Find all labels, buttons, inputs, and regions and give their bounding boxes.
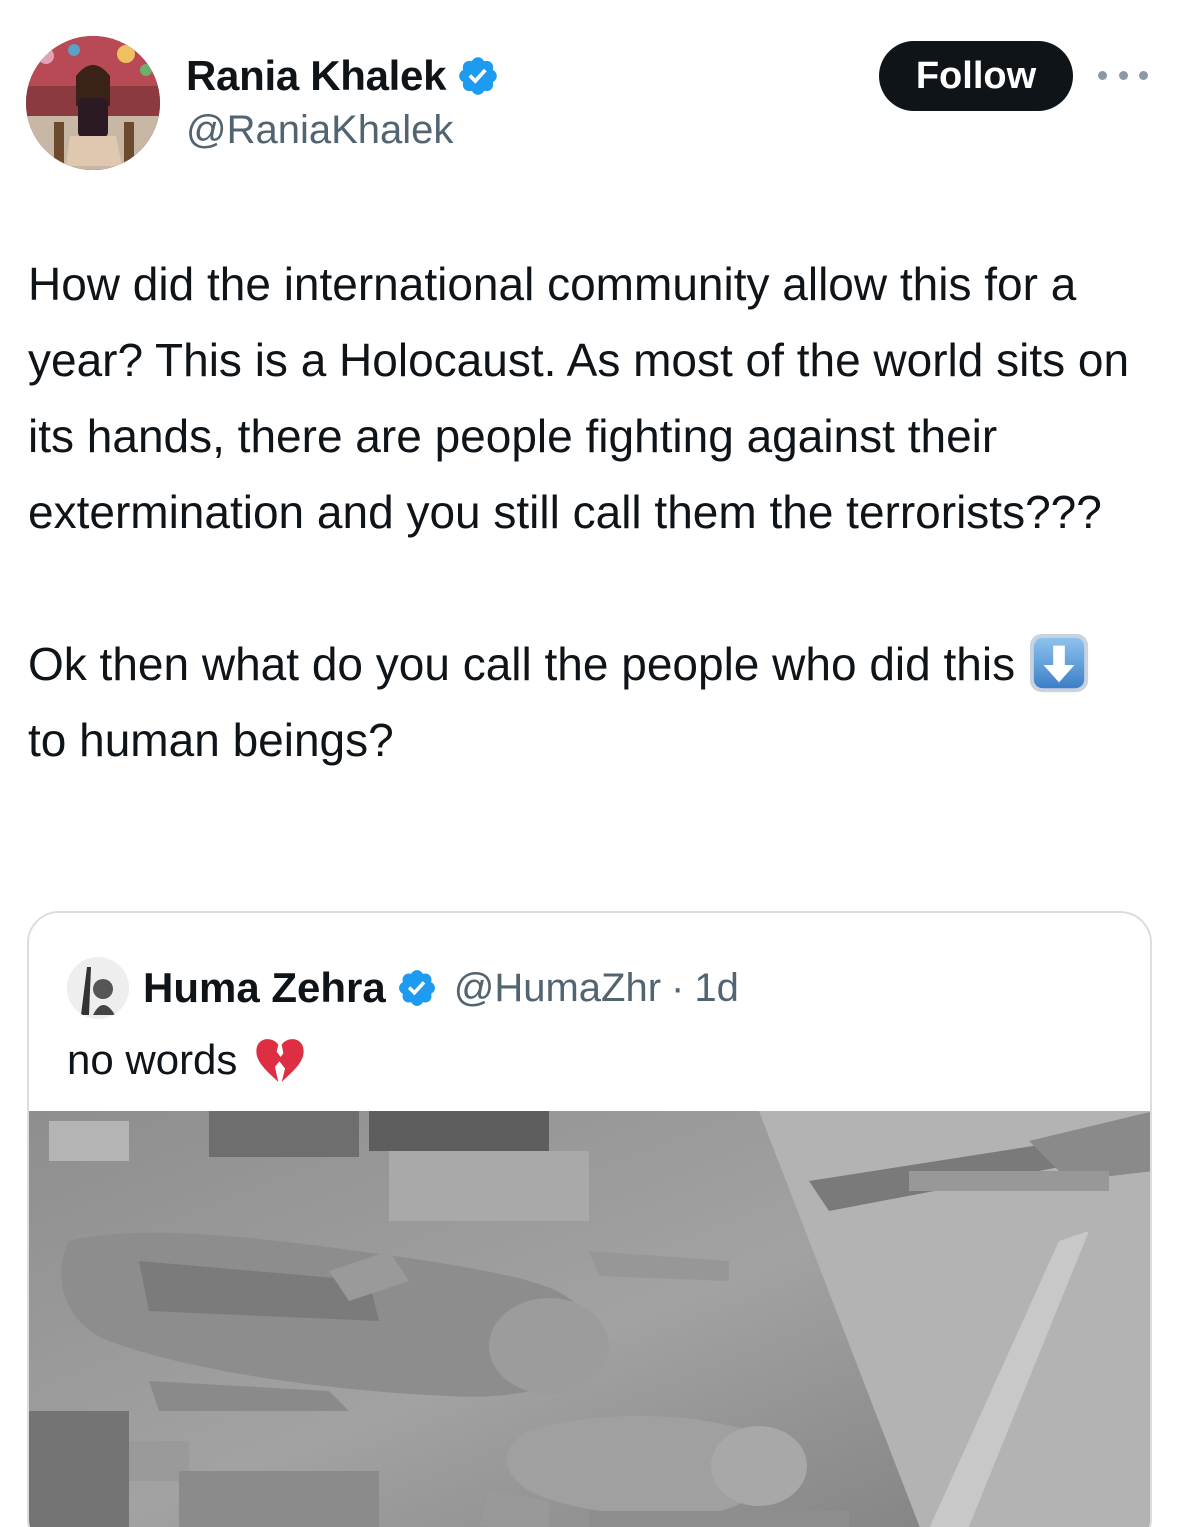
author-display-name[interactable]: Rania Khalek <box>186 52 446 100</box>
ellipsis-dot <box>1098 70 1107 80</box>
ellipsis-dot <box>1139 70 1148 80</box>
tweet-paragraph-2-tail: to human beings? <box>28 714 394 766</box>
quoted-tweet-header: Huma Zehra @HumaZhr · 1d <box>67 957 739 1019</box>
tweet-paragraph-1: How did the international community allo… <box>28 258 1130 538</box>
author-avatar[interactable] <box>26 36 160 170</box>
quoted-author-handle[interactable]: @HumaZhr <box>454 966 661 1011</box>
separator-dot: · <box>671 965 685 1010</box>
tweet-header: Rania Khalek @RaniaKhalek Follow <box>0 0 1178 200</box>
author-handle[interactable]: @RaniaKhalek <box>186 108 453 153</box>
ellipsis-icon[interactable] <box>1098 62 1148 88</box>
down-arrow-emoji-icon <box>1029 633 1088 693</box>
tweet-text: How did the international community allo… <box>28 246 1153 778</box>
follow-button[interactable]: Follow <box>879 41 1073 111</box>
author-name-row: Rania Khalek <box>186 52 500 100</box>
verified-badge-icon[interactable] <box>396 967 438 1009</box>
broken-heart-emoji-icon <box>256 1039 305 1082</box>
quoted-author-avatar[interactable] <box>67 957 129 1019</box>
tweet-paragraph-2: Ok then what do you call the people who … <box>28 626 1153 778</box>
quoted-tweet-text: no words <box>67 1036 238 1083</box>
quoted-tweet-card[interactable]: Huma Zehra @HumaZhr · 1d no words <box>27 911 1152 1527</box>
quoted-tweet-text-row: no words <box>67 1033 307 1087</box>
quoted-tweet-photo[interactable] <box>29 1111 1150 1527</box>
quoted-author-display-name[interactable]: Huma Zehra <box>143 964 386 1012</box>
tweet-paragraph-2-text: Ok then what do you call the people who … <box>28 638 1016 690</box>
ellipsis-dot <box>1118 70 1128 80</box>
quoted-tweet-timestamp[interactable]: 1d <box>694 966 739 1011</box>
verified-badge-icon[interactable] <box>456 54 500 98</box>
